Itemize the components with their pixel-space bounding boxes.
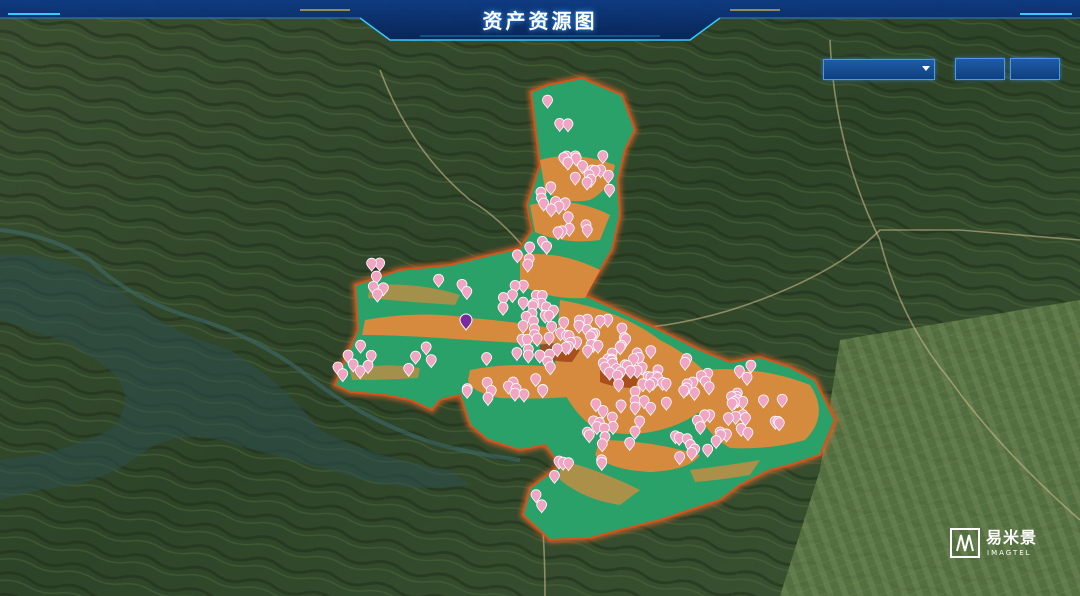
- control-button-1[interactable]: [955, 58, 1005, 80]
- logo: 易米景 IMAGTEL: [950, 528, 1050, 562]
- page-title: 资产资源图: [482, 9, 598, 33]
- chevron-down-icon: [922, 66, 930, 71]
- layer-dropdown[interactable]: [823, 59, 935, 80]
- header-bar: 资产资源图: [0, 0, 1080, 46]
- control-button-2[interactable]: [1010, 58, 1060, 80]
- logo-mark-icon: [950, 528, 980, 558]
- logo-name-cn: 易米景: [986, 528, 1038, 547]
- logo-name-en: IMAGTEL: [987, 549, 1032, 557]
- satellite-map[interactable]: [0, 0, 1080, 596]
